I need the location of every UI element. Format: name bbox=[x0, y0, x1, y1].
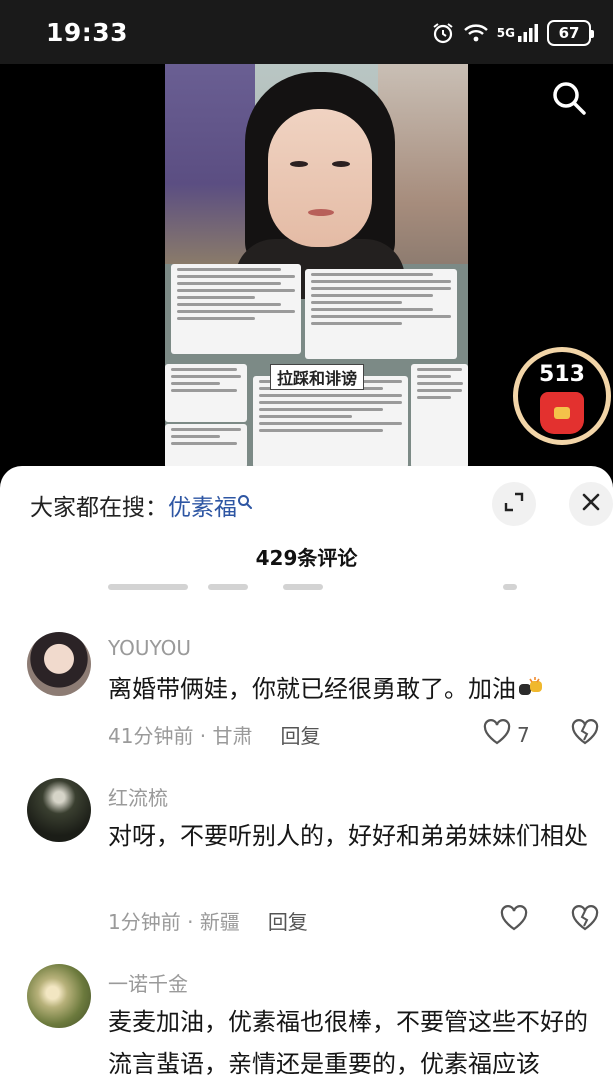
close-button[interactable] bbox=[569, 482, 613, 526]
video-player[interactable]: 拉踩和诽谤 513 bbox=[0, 64, 613, 484]
comments-count-title: 429条评论 bbox=[255, 546, 358, 570]
video-overlay-title: 拉踩和诽谤 bbox=[270, 364, 365, 390]
comment-time: 41分钟前 bbox=[108, 724, 194, 748]
comment-username[interactable]: 一诺千金 bbox=[108, 968, 188, 997]
avatar[interactable] bbox=[27, 964, 91, 1028]
person-face bbox=[268, 109, 372, 247]
avatar[interactable] bbox=[27, 632, 91, 696]
comment-text: 离婚带俩娃，你就已经很勇敢了。加油 bbox=[108, 668, 603, 711]
screenshot-card bbox=[165, 424, 247, 468]
red-envelope-widget[interactable]: 513 bbox=[513, 347, 611, 445]
video-frame[interactable]: 拉踩和诽谤 bbox=[165, 64, 468, 468]
battery-indicator: 67 bbox=[547, 20, 594, 46]
search-icon bbox=[237, 490, 253, 509]
broken-heart-icon bbox=[571, 905, 599, 935]
alarm-icon bbox=[431, 21, 455, 45]
comments-sheet: 大家都在搜：优素福 429条评论 YOUYOU 离婚带俩娃，你就已经很勇敢了。加… bbox=[0, 466, 613, 1080]
comment-text-content: 离婚带俩娃，你就已经很勇敢了。加油 bbox=[108, 675, 516, 703]
network-type: 5G bbox=[496, 26, 515, 40]
screenshot-card bbox=[305, 269, 457, 359]
heart-icon bbox=[483, 719, 511, 750]
status-icons: 5G 67 bbox=[431, 20, 594, 46]
like-button[interactable]: 7 bbox=[483, 719, 530, 750]
status-bar: 19:33 5G 67 bbox=[0, 0, 613, 64]
comment-time: 1分钟前 bbox=[108, 910, 181, 934]
comment-item[interactable]: YOUYOU 离婚带俩娃，你就已经很勇敢了。加油 41分钟前 · 甘肃 回复 7 bbox=[0, 616, 613, 766]
search-suggestion-prefix: 大家都在搜： bbox=[30, 495, 168, 521]
person-eye-left bbox=[290, 161, 308, 167]
heart-icon bbox=[500, 905, 528, 936]
comment-item[interactable]: 一诺千金 麦麦加油，优素福也很棒，不要管这些不好的流言蜚语，亲情还是重要的，优素… bbox=[0, 952, 613, 1080]
search-icon[interactable] bbox=[549, 78, 589, 118]
comment-text: 对呀，不要听别人的，好好和弟弟妹妹们相处 bbox=[108, 822, 588, 850]
dislike-button[interactable] bbox=[571, 719, 599, 749]
video-background-left bbox=[165, 64, 255, 264]
like-button[interactable] bbox=[500, 905, 528, 936]
search-suggestion-keyword[interactable]: 优素福 bbox=[168, 495, 237, 521]
comment-text: 麦麦加油，优素福也很棒，不要管这些不好的流言蜚语，亲情还是重要的，优素福应该 bbox=[108, 1008, 588, 1078]
like-count: 7 bbox=[517, 722, 530, 747]
avatar[interactable] bbox=[27, 778, 91, 842]
close-icon bbox=[582, 493, 600, 515]
comment-meta: 1分钟前 · 新疆 回复 bbox=[108, 910, 308, 934]
expand-button[interactable] bbox=[492, 482, 536, 526]
comment-meta: 41分钟前 · 甘肃 回复 bbox=[108, 724, 321, 748]
previous-comment-peek bbox=[108, 578, 578, 592]
reply-button[interactable]: 回复 bbox=[281, 724, 321, 748]
person-mouth bbox=[308, 209, 334, 216]
broken-heart-icon bbox=[571, 719, 599, 749]
person-eye-right bbox=[332, 161, 350, 167]
screenshot-card bbox=[165, 364, 247, 422]
cellular-icon: 5G bbox=[497, 23, 539, 43]
fist-bump-emoji-icon bbox=[518, 669, 544, 711]
wifi-icon bbox=[463, 22, 489, 44]
screenshot-card bbox=[171, 264, 301, 354]
expand-icon bbox=[504, 492, 524, 516]
red-envelope-icon bbox=[540, 392, 584, 434]
red-envelope-count: 513 bbox=[539, 362, 585, 387]
comment-location: 新疆 bbox=[199, 910, 240, 934]
reply-button[interactable]: 回复 bbox=[268, 910, 308, 934]
comment-username[interactable]: 红流梳 bbox=[108, 782, 168, 811]
search-suggestion[interactable]: 大家都在搜：优素福 bbox=[30, 488, 253, 522]
comment-username[interactable]: YOUYOU bbox=[108, 636, 191, 660]
comment-location: 甘肃 bbox=[212, 724, 253, 748]
status-time: 19:33 bbox=[46, 18, 129, 47]
comment-item[interactable]: 红流梳 对呀，不要听别人的，好好和弟弟妹妹们相处 1分钟前 · 新疆 回复 bbox=[0, 766, 613, 946]
dislike-button[interactable] bbox=[571, 905, 599, 935]
screenshot-card bbox=[411, 364, 468, 468]
